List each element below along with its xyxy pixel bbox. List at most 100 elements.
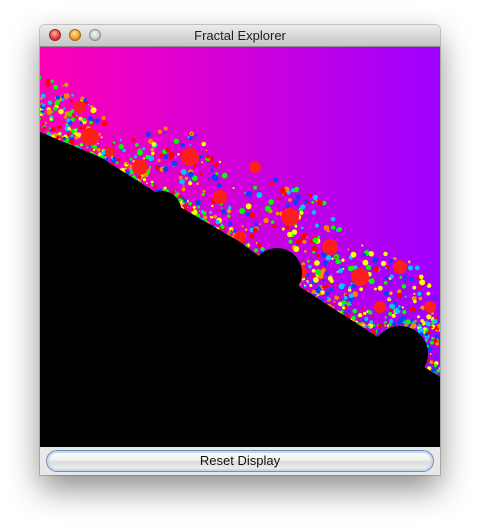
fringe-dot xyxy=(78,116,83,121)
fringe-dot xyxy=(399,275,403,279)
fringe-dot xyxy=(50,79,54,83)
fringe-dot xyxy=(218,160,222,164)
fringe-dot xyxy=(256,192,263,199)
fringe-dot xyxy=(157,129,162,134)
fringe-dot xyxy=(317,199,323,206)
fringe-dot xyxy=(420,319,424,323)
fringe-dot xyxy=(309,283,313,288)
fringe-dot xyxy=(46,131,50,135)
fringe-dot xyxy=(383,290,390,297)
fringe-dot xyxy=(70,99,74,103)
fringe-dot xyxy=(377,330,380,333)
fringe-dot xyxy=(352,308,358,314)
fringe-dot xyxy=(82,117,87,122)
fringe-dot xyxy=(408,260,410,263)
fringe-dot xyxy=(325,272,329,276)
fringe-dot xyxy=(304,250,307,253)
fringe-dot xyxy=(150,180,154,184)
fringe-dot xyxy=(420,309,423,311)
reset-display-button[interactable]: Reset Display xyxy=(46,450,434,472)
fringe-dot xyxy=(336,294,339,297)
fringe-dot xyxy=(157,158,161,163)
fringe-dot xyxy=(316,253,320,258)
fringe-dot xyxy=(411,319,414,322)
fringe-dot xyxy=(145,131,152,137)
fringe-dot xyxy=(58,108,64,115)
fringe-dot xyxy=(213,214,218,219)
fringe-dot xyxy=(92,148,96,152)
window-title: Fractal Explorer xyxy=(194,28,286,43)
fringe-dot xyxy=(386,324,390,327)
fringe-dot xyxy=(322,260,328,266)
fringe-dot xyxy=(418,324,422,328)
fringe-dot xyxy=(190,133,193,135)
fringe-dot xyxy=(325,291,330,296)
title-bar[interactable]: Fractal Explorer xyxy=(40,25,440,47)
fringe-dot xyxy=(435,372,438,375)
fringe-dot xyxy=(126,162,128,165)
fringe-dot xyxy=(255,242,258,244)
fringe-dot xyxy=(350,303,352,306)
fringe-dot xyxy=(64,82,69,88)
fringe-dot xyxy=(179,172,182,176)
fractal-bulb xyxy=(181,148,199,166)
fringe-dot xyxy=(398,317,405,324)
fringe-dot xyxy=(89,120,93,125)
fringe-dot xyxy=(341,300,346,304)
fringe-dot xyxy=(258,253,260,256)
fringe-dot xyxy=(183,199,188,203)
fringe-dot xyxy=(210,168,214,172)
fringe-dot xyxy=(101,115,106,121)
fringe-dot xyxy=(325,284,330,289)
fringe-dot xyxy=(264,205,271,212)
fringe-dot xyxy=(97,142,99,145)
fringe-dot xyxy=(268,199,274,205)
fringe-dot xyxy=(213,176,219,182)
fringe-dot xyxy=(315,293,318,296)
fringe-dot xyxy=(429,360,434,364)
fringe-dot xyxy=(419,279,426,286)
fringe-dot xyxy=(330,216,336,222)
fringe-dot xyxy=(191,203,194,205)
fringe-dot xyxy=(79,121,83,125)
fringe-dot xyxy=(122,148,126,153)
fringe-dot xyxy=(52,132,55,135)
fringe-dot xyxy=(173,138,179,144)
fringe-dot xyxy=(220,207,223,210)
fringe-dot xyxy=(270,220,275,224)
fringe-dot xyxy=(209,210,213,214)
fringe-dot xyxy=(179,179,185,185)
fringe-dot xyxy=(420,322,423,325)
fringe-dot xyxy=(418,274,424,280)
fringe-dot xyxy=(326,299,329,302)
fringe-dot xyxy=(67,126,71,131)
fractal-canvas[interactable] xyxy=(40,47,440,447)
fringe-dot xyxy=(273,177,278,183)
fringe-dot xyxy=(287,231,293,238)
fringe-dot xyxy=(327,276,333,281)
fringe-dot xyxy=(213,162,219,168)
fringe-dot xyxy=(205,219,208,222)
fringe-dot xyxy=(393,301,397,305)
fractal-image[interactable] xyxy=(40,47,440,447)
fringe-dot xyxy=(311,200,315,204)
fringe-dot xyxy=(307,200,311,204)
fringe-dot xyxy=(60,135,62,137)
fringe-dot xyxy=(296,194,301,200)
app-window: Fractal Explorer Reset Display xyxy=(40,25,440,475)
fringe-dot xyxy=(202,189,206,193)
fringe-dot xyxy=(368,310,373,315)
fringe-dot xyxy=(57,106,59,109)
fringe-dot xyxy=(429,353,432,355)
fringe-dot xyxy=(424,338,428,342)
fringe-dot xyxy=(195,134,198,137)
fringe-dot xyxy=(257,243,262,248)
fringe-dot xyxy=(425,321,431,327)
fringe-dot xyxy=(40,122,44,125)
fringe-dot xyxy=(336,270,339,273)
fringe-dot xyxy=(331,225,336,230)
fringe-dot xyxy=(368,251,374,257)
fringe-dot xyxy=(206,155,210,159)
fringe-dot xyxy=(192,206,195,209)
fringe-dot xyxy=(53,84,58,90)
